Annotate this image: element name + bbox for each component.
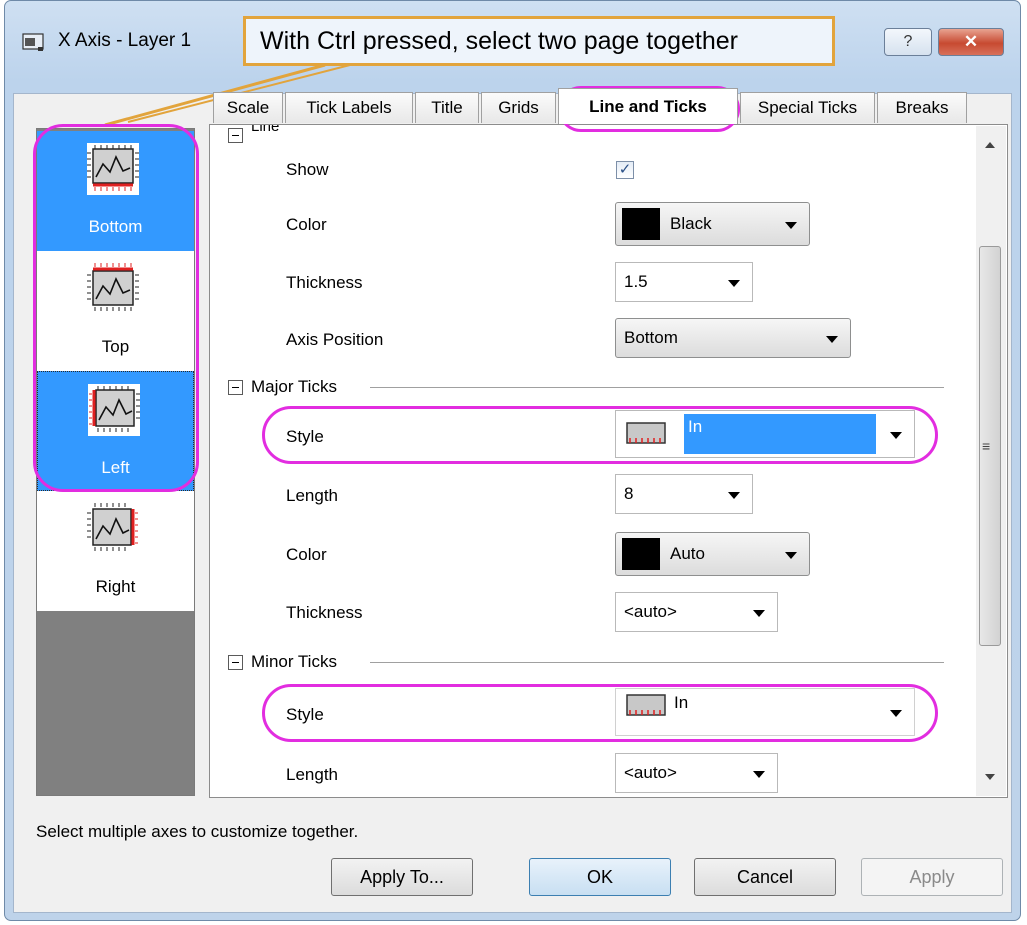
color-swatch [622, 208, 660, 240]
chevron-down-icon [785, 552, 797, 559]
tab-tick-labels[interactable]: Tick Labels [285, 92, 413, 123]
chevron-down-icon [728, 280, 740, 287]
minor-length-label: Length [286, 765, 338, 784]
major-thickness-dropdown[interactable]: <auto> [615, 592, 778, 632]
axis-item-left[interactable]: Left [37, 371, 194, 491]
major-length-label: Length [286, 486, 338, 505]
line-color-value: Black [670, 214, 712, 233]
ticks-in-icon [626, 422, 666, 444]
axis-list[interactable]: Bottom Top Left Right [36, 128, 195, 796]
chevron-down-icon [728, 492, 740, 499]
selected-value-highlight [684, 414, 876, 454]
major-thickness-label: Thickness [286, 603, 363, 622]
minor-length-value: <auto> [624, 763, 677, 782]
app-icon [22, 33, 44, 51]
axis-item-right[interactable]: Right [37, 491, 194, 611]
tab-line-and-ticks[interactable]: Line and Ticks [558, 88, 738, 124]
line-show-label: Show [286, 160, 329, 179]
grip-icon: ≡ [982, 438, 991, 454]
help-icon: ? [903, 33, 913, 50]
window-title: X Axis - Layer 1 [58, 30, 192, 51]
axis-position-label: Axis Position [286, 330, 384, 349]
chevron-down-icon [890, 710, 902, 717]
major-style-label: Style [286, 427, 324, 446]
apply-button: Apply [861, 858, 1003, 896]
close-button[interactable]: ✕ [938, 28, 1004, 56]
major-style-dropdown[interactable]: In [615, 410, 915, 458]
minor-style-label: Style [286, 705, 324, 724]
chevron-down-icon [785, 222, 797, 229]
tab-grids[interactable]: Grids [481, 92, 556, 123]
chevron-down-icon [753, 610, 765, 617]
line-thickness-label: Thickness [286, 273, 363, 292]
major-length-dropdown[interactable]: 8 [615, 474, 753, 514]
axis-top-icon [87, 263, 139, 311]
collapse-icon[interactable] [228, 128, 243, 143]
minor-length-dropdown[interactable]: <auto> [615, 753, 778, 793]
scroll-up-icon[interactable] [985, 142, 995, 148]
axis-position-dropdown[interactable]: Bottom [615, 318, 851, 358]
group-major-ticks-header[interactable]: Major Ticks [228, 377, 337, 397]
major-color-label: Color [286, 545, 327, 564]
line-color-dropdown[interactable]: Black [615, 202, 810, 246]
hint-text: Select multiple axes to customize togeth… [36, 822, 359, 841]
axis-item-top[interactable]: Top [37, 251, 194, 371]
color-swatch [622, 538, 660, 570]
group-line-header[interactable]: Line [228, 125, 279, 144]
group-divider [370, 387, 944, 388]
scroll-down-icon[interactable] [985, 774, 995, 780]
axis-position-value: Bottom [624, 328, 678, 347]
axis-item-label: Right [95, 577, 136, 596]
vertical-scrollbar[interactable]: ≡ [976, 126, 1006, 796]
axis-item-label: Left [101, 458, 130, 477]
apply-to-button[interactable]: Apply To... [331, 858, 473, 896]
line-color-label: Color [286, 215, 327, 234]
group-divider [370, 662, 944, 663]
chevron-down-icon [753, 771, 765, 778]
axis-bottom-icon [87, 143, 139, 195]
close-icon: ✕ [963, 32, 979, 51]
major-style-value: In [688, 417, 703, 436]
chevron-down-icon [890, 432, 902, 439]
callout-note: With Ctrl pressed, select two page toget… [243, 16, 835, 66]
ticks-in-icon [626, 694, 666, 716]
major-length-value: 8 [624, 484, 634, 503]
major-color-dropdown[interactable]: Auto [615, 532, 810, 576]
tab-scale[interactable]: Scale [213, 92, 283, 123]
axis-item-label: Bottom [88, 217, 143, 236]
line-thickness-value: 1.5 [624, 272, 648, 291]
tab-breaks[interactable]: Breaks [877, 92, 967, 123]
minor-style-value: In [674, 693, 689, 712]
axis-left-icon [88, 384, 140, 436]
tab-special-ticks[interactable]: Special Ticks [740, 92, 875, 123]
tab-title[interactable]: Title [415, 92, 479, 123]
major-thickness-value: <auto> [624, 602, 677, 621]
line-thickness-dropdown[interactable]: 1.5 [615, 262, 753, 302]
axis-item-bottom[interactable]: Bottom [37, 131, 194, 251]
property-panel: Line Show ✓ Color Black Thickness 1.5 Ax… [209, 124, 1008, 798]
chevron-down-icon [826, 336, 838, 343]
help-button[interactable]: ? [884, 28, 932, 56]
collapse-icon[interactable] [228, 654, 243, 670]
collapse-icon[interactable] [228, 379, 243, 395]
line-show-checkbox[interactable]: ✓ [616, 161, 634, 179]
major-color-value: Auto [670, 544, 705, 563]
axis-item-label: Top [101, 337, 130, 356]
minor-style-dropdown[interactable]: In [615, 688, 915, 736]
group-minor-ticks-header[interactable]: Minor Ticks [228, 652, 337, 672]
ok-button[interactable]: OK [529, 858, 671, 896]
cancel-button[interactable]: Cancel [694, 858, 836, 896]
axis-right-icon [87, 503, 138, 551]
